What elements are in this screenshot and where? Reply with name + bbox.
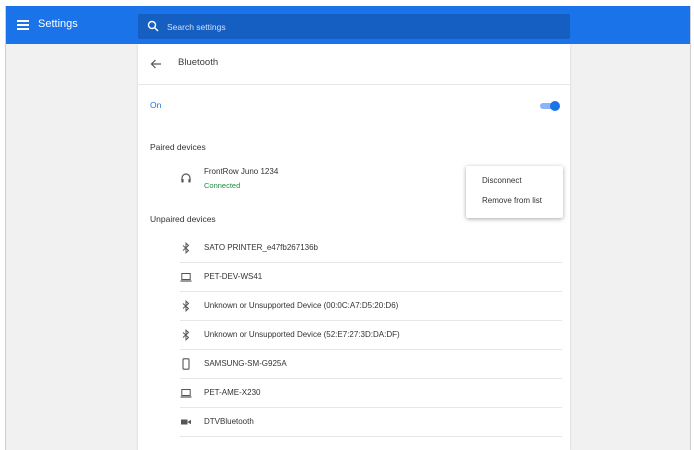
search-icon [147,20,159,32]
bluetooth-icon [182,329,190,341]
bluetooth-icon [182,242,190,254]
device-name: DTVBluetooth [204,417,254,426]
settings-window: Settings Bluetooth On Paired devices [5,6,691,450]
divider [180,436,562,437]
phone-icon [182,358,190,370]
laptop-icon [180,389,192,398]
bluetooth-toggle[interactable] [540,101,560,111]
divider [180,378,562,379]
divider [138,84,570,85]
device-name: Unknown or Unsupported Device (00:0C:A7:… [204,301,399,310]
app-title: Settings [38,18,78,30]
search-input[interactable] [167,19,547,34]
remove-from-list-menu-item[interactable]: Remove from list [482,196,542,205]
divider [180,407,562,408]
bluetooth-icon [182,300,190,312]
headphones-icon [181,173,191,183]
top-bar: Settings [6,6,690,44]
bluetooth-state-label: On [150,100,162,110]
bluetooth-card: Bluetooth On Paired devices FrontRow Jun… [138,44,570,450]
device-name: SATO PRINTER_e47fb267136b [204,243,318,252]
search-box[interactable] [138,14,570,39]
paired-devices-heading: Paired devices [150,142,206,152]
device-name: SAMSUNG-SM-G925A [204,359,287,368]
device-name: PET-AME-X230 [204,388,261,397]
back-arrow-icon[interactable] [150,58,162,70]
divider [180,320,562,321]
device-name: FrontRow Juno 1234 [204,167,279,176]
device-name: Unknown or Unsupported Device (52:E7:27:… [204,330,400,339]
unpaired-devices-heading: Unpaired devices [150,214,216,224]
divider [180,291,562,292]
page-title: Bluetooth [178,57,219,68]
hamburger-menu-icon[interactable] [17,20,29,30]
laptop-icon [180,273,192,282]
device-name: PET-DEV-WS41 [204,272,263,281]
divider [180,349,562,350]
divider [180,262,562,263]
video-icon [181,419,191,425]
disconnect-menu-item[interactable]: Disconnect [482,176,522,185]
device-status: Connected [204,181,241,190]
device-context-menu: Disconnect Remove from list [466,166,563,218]
